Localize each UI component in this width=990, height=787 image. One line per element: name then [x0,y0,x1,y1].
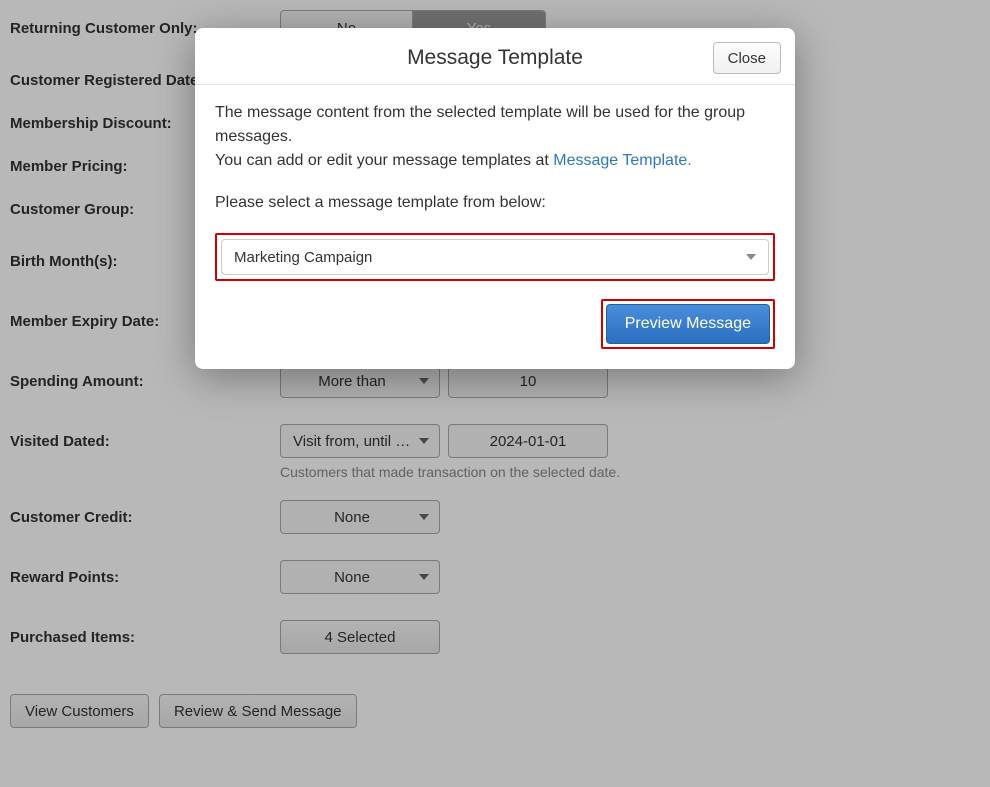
modal-text-line1: The message content from the selected te… [215,104,745,145]
modal-text-line2: You can add or edit your message templat… [215,152,553,169]
modal-title: Message Template [407,46,583,70]
modal-message-template: Message Template Close The message conte… [195,28,795,369]
modal-close-button[interactable]: Close [713,42,781,74]
highlight-select: Marketing Campaign [215,233,775,281]
select-message-template[interactable]: Marketing Campaign [221,239,769,275]
button-preview-message[interactable]: Preview Message [606,304,770,344]
modal-description: The message content from the selected te… [215,101,775,173]
link-message-template[interactable]: Message Template. [553,152,691,169]
modal-instruction: Please select a message template from be… [215,191,775,215]
highlight-preview: Preview Message [601,299,775,349]
